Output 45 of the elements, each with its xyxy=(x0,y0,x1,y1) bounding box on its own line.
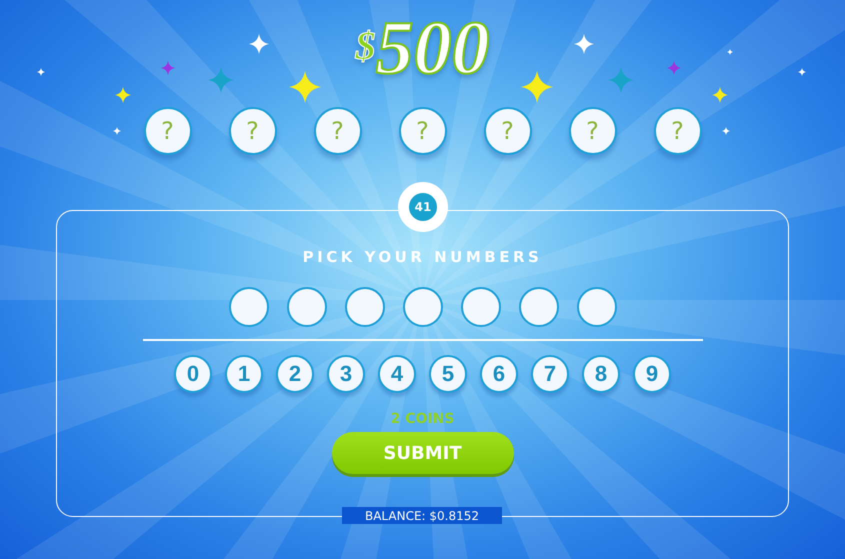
sparkle-icon xyxy=(727,49,733,55)
digit-button[interactable]: 3 xyxy=(327,355,365,393)
draw-ball: ? xyxy=(654,107,702,155)
digit-button[interactable]: 4 xyxy=(378,355,416,393)
ticket-badge: 41 xyxy=(398,182,448,232)
sparkle-icon xyxy=(574,34,594,54)
sparkle-icon xyxy=(798,68,806,76)
number-slot[interactable] xyxy=(460,287,500,327)
draw-ball: ? xyxy=(228,107,276,155)
sparkle-icon xyxy=(722,127,730,135)
sparkle-icon xyxy=(712,87,728,103)
draw-ball: ? xyxy=(314,107,362,155)
sparkle-icon xyxy=(608,67,634,93)
sparkle-icon xyxy=(161,61,175,75)
digit-button[interactable]: 6 xyxy=(480,355,518,393)
sparkle-icon xyxy=(37,68,45,76)
panel-heading: PICK YOUR NUMBERS xyxy=(302,248,542,266)
digit-button[interactable]: 9 xyxy=(633,355,671,393)
sparkle-icon xyxy=(208,67,234,93)
balance-label: BALANCE: $0.8152 xyxy=(342,507,502,524)
digit-button[interactable]: 0 xyxy=(174,355,212,393)
digit-button[interactable]: 2 xyxy=(276,355,314,393)
sparkle-icon xyxy=(667,61,681,75)
digit-button[interactable]: 8 xyxy=(582,355,620,393)
cost-label: 2 COINS xyxy=(390,411,454,427)
digit-button[interactable]: 7 xyxy=(531,355,569,393)
jackpot-amount: $500 xyxy=(356,8,490,90)
draw-ball: ? xyxy=(398,107,446,155)
number-slot[interactable] xyxy=(402,287,442,327)
draw-ball: ? xyxy=(144,107,192,155)
digit-button[interactable]: 1 xyxy=(225,355,263,393)
sparkle-icon xyxy=(113,127,121,135)
draw-ball: ? xyxy=(484,107,532,155)
sparkle-icon xyxy=(289,71,321,103)
digit-button[interactable]: 5 xyxy=(429,355,467,393)
number-slot[interactable] xyxy=(344,287,384,327)
sparkle-icon xyxy=(115,87,131,103)
draw-ball: ? xyxy=(568,107,616,155)
number-slot[interactable] xyxy=(576,287,616,327)
number-slot[interactable] xyxy=(286,287,326,327)
number-slot[interactable] xyxy=(518,287,558,327)
sparkle-icon xyxy=(521,71,553,103)
sparkle-icon xyxy=(249,34,269,54)
submit-button[interactable]: SUBMIT xyxy=(332,432,514,474)
number-slot[interactable] xyxy=(228,287,268,327)
